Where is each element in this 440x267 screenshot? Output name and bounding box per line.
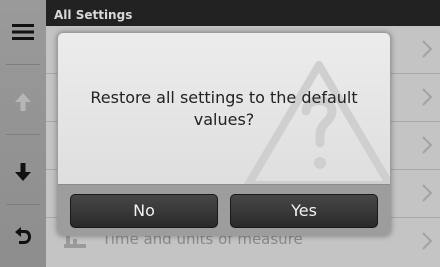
rail-divider [6,64,40,65]
scroll-down-button[interactable] [0,148,46,196]
chevron-right-icon [422,40,432,58]
chevron-right-icon [422,88,432,106]
back-button[interactable] [0,212,46,260]
back-icon [15,227,31,244]
scroll-up-button[interactable] [0,78,46,126]
chevron-right-icon [422,232,432,250]
menu-button[interactable] [0,8,46,56]
no-button[interactable]: No [70,194,218,228]
chevron-right-icon [422,184,432,202]
arrow-down-icon [15,163,31,181]
arrow-up-icon [15,93,31,111]
dialog-message: Restore all settings to the default valu… [90,88,358,129]
dialog-button-bar: No Yes [58,184,390,235]
yes-button[interactable]: Yes [230,194,378,228]
restore-defaults-dialog: Restore all settings to the default valu… [57,32,391,236]
chevron-right-icon [422,136,432,154]
screen-title: All Settings [46,0,440,26]
side-rail [0,0,46,267]
rail-divider [6,204,40,205]
menu-icon [12,24,34,40]
rail-divider [6,134,40,135]
